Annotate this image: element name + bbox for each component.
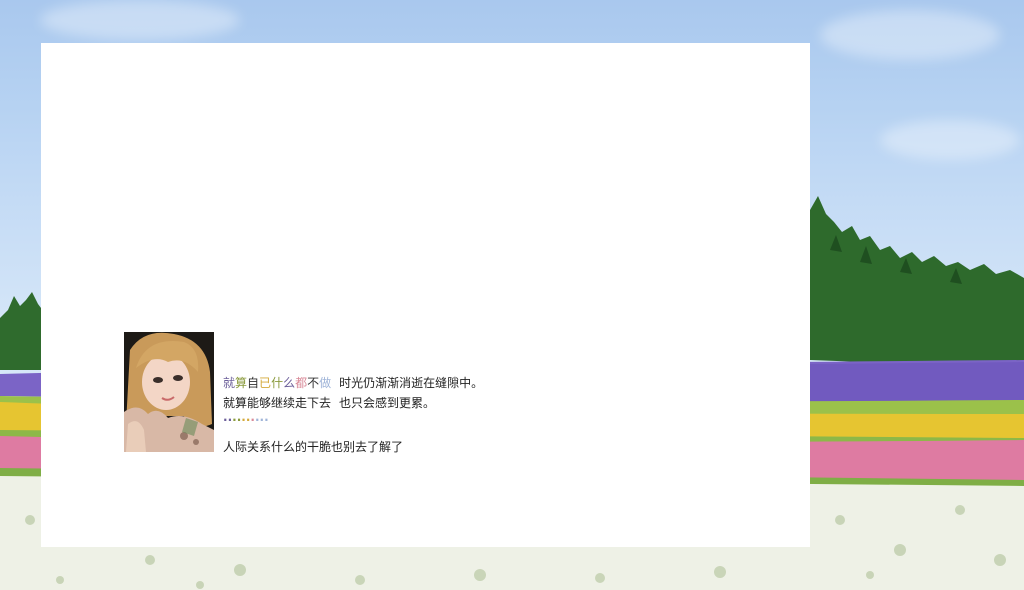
colored-phrase: 就算自已什么都不做	[223, 376, 331, 390]
colored-char: 自	[247, 376, 260, 390]
tree-line-right	[810, 196, 1024, 368]
avatar	[124, 332, 214, 452]
colored-char: 做	[319, 376, 332, 390]
colored-dots-divider: ··········	[223, 413, 623, 427]
colored-char: 就	[223, 376, 236, 390]
girl-portrait-photo-icon	[124, 332, 214, 452]
post-line-1: 就算自已什么都不做 时光仍渐渐消逝在缝隙中。	[223, 373, 623, 393]
colored-char: 不	[307, 376, 320, 390]
post-text: 就算自已什么都不做 时光仍渐渐消逝在缝隙中。 就算能够继续走下去 也只会感到更累。 …	[223, 373, 623, 457]
post-line-1-rest: 时光仍渐渐消逝在缝隙中。	[339, 376, 484, 390]
post-line-2-part-2: 也只会感到更累。	[339, 396, 436, 410]
post-line-2-part-1: 就算能够继续走下去	[223, 396, 332, 410]
colored-char: 都	[295, 376, 308, 390]
colored-char: 已	[259, 376, 272, 390]
tree-line-left	[0, 292, 44, 370]
post-line-3: 人际关系什么的干脆也别去了解了	[223, 440, 404, 454]
colored-char: 什	[271, 376, 284, 390]
post-line-2: 就算能够继续走下去 也只会感到更累。	[223, 393, 623, 413]
colored-char: 算	[235, 376, 248, 390]
divider-dot: ·	[264, 413, 269, 427]
colored-char: 么	[283, 376, 296, 390]
content-panel: 就算自已什么都不做 时光仍渐渐消逝在缝隙中。 就算能够继续走下去 也只会感到更累。 …	[41, 43, 810, 547]
background-landscape: 就算自已什么都不做 时光仍渐渐消逝在缝隙中。 就算能够继续走下去 也只会感到更累。 …	[0, 0, 1024, 590]
